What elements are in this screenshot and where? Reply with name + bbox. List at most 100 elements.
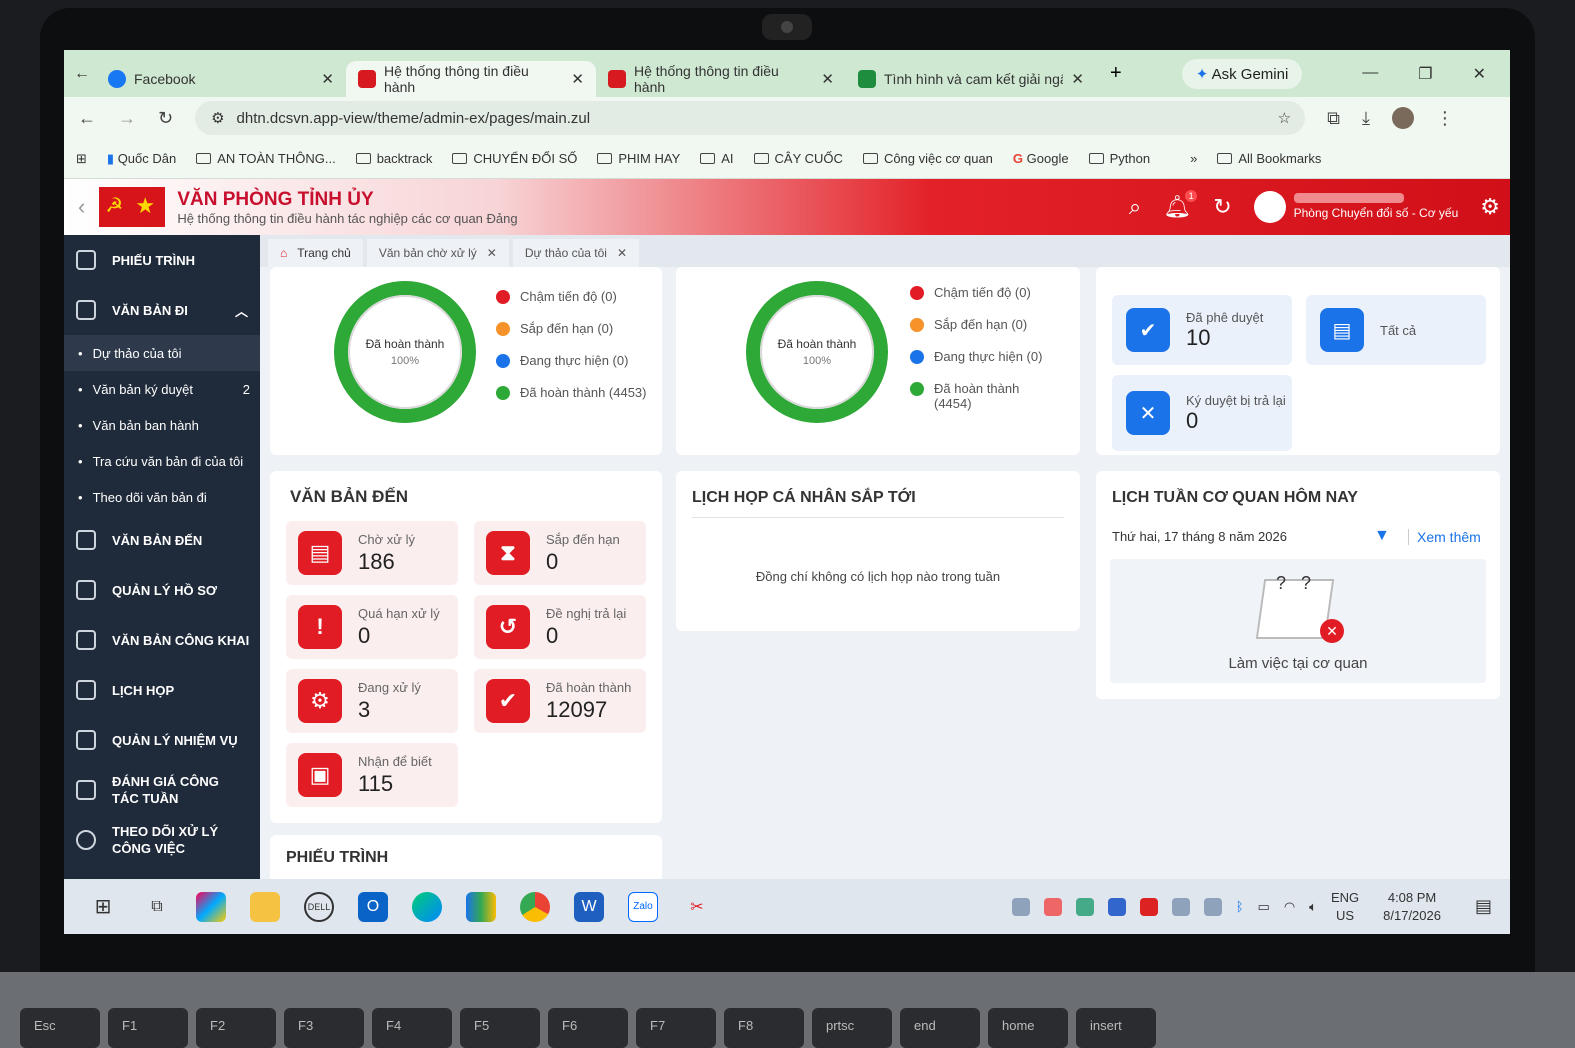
close-icon[interactable]: ✕ bbox=[571, 70, 584, 88]
apps-grid-icon[interactable]: ⊞ bbox=[76, 151, 87, 167]
wifi-icon[interactable]: ◠ bbox=[1284, 899, 1295, 915]
back-icon[interactable]: ← bbox=[78, 108, 96, 129]
stat-qua-han[interactable]: ! Quá hạn xử lý 0 bbox=[286, 595, 458, 659]
tray-app-icon[interactable] bbox=[1043, 897, 1062, 916]
all-card[interactable]: ▤ Tất cả bbox=[1306, 295, 1486, 365]
stat-dang-xu-ly[interactable]: ⚙ Đang xử lý 3 bbox=[286, 669, 458, 733]
battery-icon[interactable]: ▭ bbox=[1258, 899, 1270, 915]
bookmark-folder[interactable]: CHUYỂN ĐỔI SỐ bbox=[452, 151, 577, 166]
sidebar-sub-tra-cuu[interactable]: • Tra cứu văn bản đi của tôi bbox=[64, 443, 260, 479]
sidebar-sub-ky-duyet[interactable]: • Văn bản ký duyệt 2 bbox=[64, 371, 260, 407]
bookmark-google[interactable]: G Google bbox=[1013, 151, 1069, 166]
notifications-icon[interactable]: ▤ bbox=[1475, 896, 1492, 917]
bookmark-folder[interactable]: AI bbox=[700, 151, 734, 166]
extensions-icon[interactable]: ⧉ bbox=[1327, 108, 1340, 129]
tray-app-icon[interactable] bbox=[1203, 897, 1222, 916]
site-settings-icon[interactable]: ⚙ bbox=[211, 109, 224, 127]
stat-cho-xu-ly[interactable]: ▤ Chờ xử lý 186 bbox=[286, 521, 458, 585]
tab-facebook[interactable]: Facebook ✕ bbox=[96, 61, 346, 97]
new-tab-icon[interactable]: + bbox=[1110, 62, 1122, 85]
bookmark-folder[interactable]: backtrack bbox=[355, 151, 432, 166]
more-bookmarks-icon[interactable]: » bbox=[1190, 151, 1197, 166]
volume-icon[interactable]: 🔈︎ bbox=[1309, 899, 1317, 915]
bookmark-quocdan[interactable]: ▮ Quốc Dân bbox=[107, 151, 176, 167]
sidebar-item-van-ban-di[interactable]: VĂN BẢN ĐI ︿ bbox=[64, 285, 260, 335]
forward-icon[interactable]: → bbox=[118, 108, 136, 129]
gear-icon[interactable]: ⚙ bbox=[1480, 194, 1500, 220]
see-more-link[interactable]: Xem thêm bbox=[1408, 529, 1481, 545]
sidebar-item-van-ban-den[interactable]: VĂN BẢN ĐẾN bbox=[64, 515, 260, 565]
tray-app-icon[interactable] bbox=[1075, 897, 1094, 916]
task-view-icon[interactable]: ⧉ bbox=[142, 892, 172, 922]
refresh-icon[interactable]: ↻ bbox=[1213, 194, 1231, 220]
close-icon[interactable]: ✕ bbox=[1071, 70, 1084, 88]
dell-icon[interactable]: DELL bbox=[304, 891, 334, 922]
sidebar-sub-ban-hanh[interactable]: • Văn bản ban hành bbox=[64, 407, 260, 443]
sidebar-sub-du-thao[interactable]: • Dự thảo của tôi bbox=[64, 335, 260, 371]
collapse-back-icon[interactable]: ‹ bbox=[64, 194, 99, 220]
snipping-tool-icon[interactable]: ✂ bbox=[682, 892, 712, 922]
drive-icon[interactable] bbox=[466, 891, 496, 922]
tab-back-icon[interactable]: ← bbox=[74, 65, 90, 83]
bookmark-folder[interactable]: Công việc cơ quan bbox=[862, 151, 993, 166]
sidebar-item-ho-so[interactable]: QUẢN LÝ HỒ SƠ bbox=[64, 565, 260, 615]
sidebar-item-danh-gia[interactable]: ĐÁNH GIÁ CÔNG TÁC TUẦN bbox=[64, 765, 260, 815]
bell-icon[interactable]: 🔔︎ 1 bbox=[1163, 190, 1198, 220]
close-icon[interactable]: ✕ bbox=[617, 246, 627, 260]
bookmark-folder[interactable]: AN TOÀN THÔNG... bbox=[196, 151, 336, 166]
file-explorer-icon[interactable] bbox=[250, 891, 280, 922]
user-menu[interactable]: Phòng Chuyển đổi số - Cơ yếu bbox=[1253, 191, 1458, 223]
filter-icon[interactable]: ▼ bbox=[1374, 527, 1390, 545]
download-icon[interactable]: ⤓ bbox=[1362, 108, 1370, 129]
sidebar-item-lich-hop[interactable]: LỊCH HỌP bbox=[64, 665, 260, 715]
tray-app-icon[interactable] bbox=[1011, 897, 1030, 916]
sidebar-item-phieu-trinh[interactable]: PHIẾU TRÌNH bbox=[64, 235, 260, 285]
approved-card[interactable]: ✔ Đã phê duyệt 10 bbox=[1112, 295, 1292, 365]
tray-app-icon[interactable] bbox=[1171, 897, 1190, 916]
tray-app-icon[interactable] bbox=[1139, 897, 1158, 916]
bookmark-folder[interactable]: PHIM HAY bbox=[597, 151, 680, 166]
tab-sheets[interactable]: Tình hình và cam kết giải ngân ✕ bbox=[846, 61, 1096, 97]
returned-card[interactable]: ✕ Ký duyệt bị trả lại 0 bbox=[1112, 375, 1292, 451]
sidebar-sub-theo-doi[interactable]: • Theo dõi văn bản đi bbox=[64, 479, 260, 515]
bookmark-folder[interactable]: Python bbox=[1088, 151, 1150, 166]
tray-app-icon[interactable] bbox=[1107, 897, 1126, 916]
search-icon[interactable]: ⌕ bbox=[1129, 194, 1141, 220]
ask-gemini-button[interactable]: ✦ Ask Gemini bbox=[1181, 58, 1303, 89]
tab-system-1[interactable]: Hệ thống thông tin điều hành ✕ bbox=[346, 60, 596, 97]
outlook-icon[interactable]: O bbox=[358, 891, 388, 922]
bluetooth-icon[interactable]: ᛒ bbox=[1236, 899, 1244, 914]
copilot-icon[interactable] bbox=[196, 891, 226, 922]
menu-icon[interactable]: ⋮ bbox=[1436, 108, 1454, 129]
stat-nhan-de-biet[interactable]: ▣ Nhận để biết 115 bbox=[286, 743, 458, 807]
close-icon[interactable]: ✕ bbox=[487, 246, 497, 260]
tab-drafts[interactable]: Dự thảo của tôi ✕ bbox=[512, 239, 639, 267]
tab-system-2[interactable]: Hệ thống thông tin điều hành ✕ bbox=[596, 61, 846, 97]
reload-icon[interactable]: ↻ bbox=[158, 108, 173, 129]
maximize-icon[interactable]: ❐ bbox=[1418, 64, 1432, 84]
bookmark-star-icon[interactable]: ☆ bbox=[1278, 109, 1291, 127]
stat-de-nghi-tra-lai[interactable]: ↺ Đề nghị trả lại 0 bbox=[474, 595, 646, 659]
bookmark-folder[interactable]: CÂY CUỐC bbox=[753, 151, 843, 166]
profile-icon[interactable] bbox=[1391, 107, 1414, 129]
stat-sap-den-han[interactable]: ⧗ Sắp đến hạn 0 bbox=[474, 521, 646, 585]
chrome-icon[interactable] bbox=[520, 891, 550, 922]
close-icon[interactable]: ✕ bbox=[821, 70, 834, 88]
tab-pending[interactable]: Văn bản chờ xử lý ✕ bbox=[366, 239, 509, 267]
minimize-icon[interactable]: — bbox=[1362, 64, 1378, 84]
windows-start-icon[interactable]: ⊞ bbox=[88, 892, 118, 922]
zalo-icon[interactable]: Zalo bbox=[628, 891, 658, 922]
close-window-icon[interactable]: ✕ bbox=[1473, 64, 1486, 84]
all-bookmarks[interactable]: All Bookmarks bbox=[1217, 151, 1321, 166]
url-bar[interactable]: ⚙ dhtn.dcsvn.app-view/theme/admin-ex/pag… bbox=[195, 101, 1306, 135]
sidebar-item-theo-doi-cv[interactable]: THEO DÕI XỬ LÝ CÔNG VIỆC bbox=[64, 815, 260, 865]
close-icon[interactable]: ✕ bbox=[321, 70, 334, 88]
tab-home[interactable]: ⌂ Trang chủ bbox=[268, 239, 363, 267]
language-indicator[interactable]: ENG US bbox=[1331, 889, 1359, 925]
word-icon[interactable]: W bbox=[574, 891, 604, 922]
clock[interactable]: 4:08 PM 8/17/2026 bbox=[1383, 889, 1441, 925]
sidebar-item-nhiem-vu[interactable]: QUẢN LÝ NHIỆM VỤ bbox=[64, 715, 260, 765]
sidebar-item-cong-khai[interactable]: VĂN BẢN CÔNG KHAI bbox=[64, 615, 260, 665]
edge-icon[interactable] bbox=[412, 891, 442, 922]
stat-da-hoan-thanh[interactable]: ✔ Đã hoàn thành 12097 bbox=[474, 669, 646, 733]
